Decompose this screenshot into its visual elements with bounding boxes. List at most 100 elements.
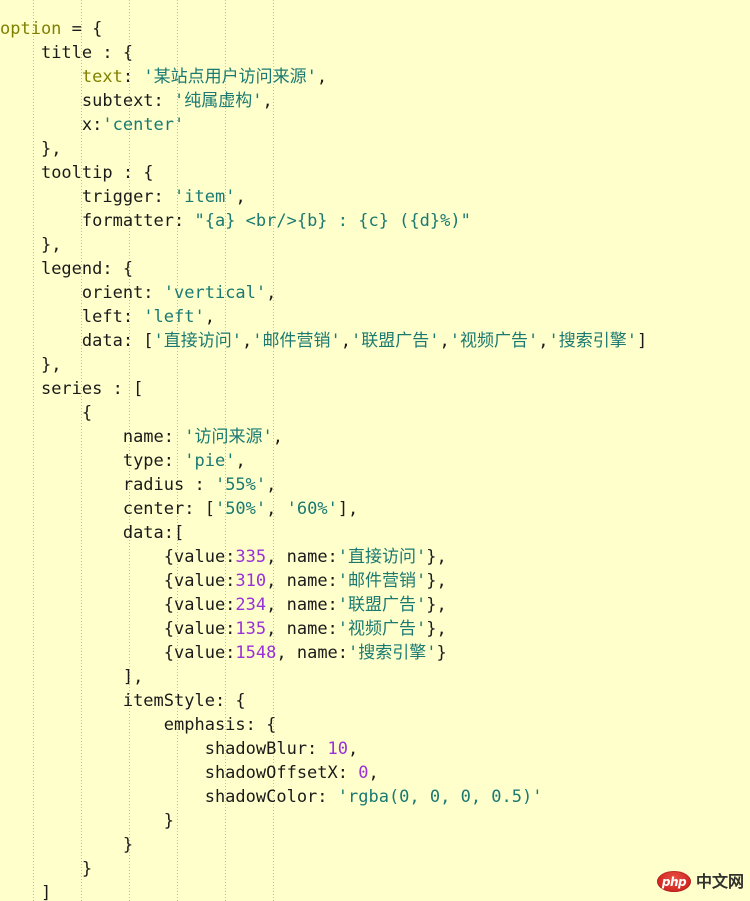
code-token-plain: , — [242, 331, 253, 351]
code-token-plain: {value: — [163, 619, 236, 639]
code-token-plain: , — [204, 307, 215, 327]
code-line[interactable]: x:'center' — [0, 113, 750, 137]
code-token-plain: data:[ — [122, 523, 185, 543]
code-line[interactable]: {value:234, name:'联盟广告'}, — [0, 593, 750, 617]
watermark-logo: php 中文网 — [656, 871, 744, 892]
code-line[interactable]: shadowBlur: 10, — [0, 737, 750, 761]
code-line[interactable]: itemStyle: { — [0, 689, 750, 713]
code-line[interactable]: orient: 'vertical', — [0, 281, 750, 305]
code-token-plain: shadowOffsetX: — [204, 763, 359, 783]
code-line[interactable]: {value:310, name:'邮件营销'}, — [0, 569, 750, 593]
code-token-plain: ], — [122, 667, 144, 687]
code-token-plain: , — [272, 427, 283, 447]
code-token-plain: , — [439, 331, 450, 351]
code-token-plain: formatter: — [81, 211, 195, 231]
code-token-plain: , — [340, 331, 352, 351]
code-token-plain: shadowBlur: — [204, 739, 328, 759]
code-line[interactable]: {value:335, name:'直接访问'}, — [0, 545, 750, 569]
code-token-str: '50%' — [214, 499, 267, 519]
code-line[interactable]: }, — [0, 233, 750, 257]
code-token-str: 'pie' — [184, 451, 236, 471]
code-line[interactable]: shadowOffsetX: 0, — [0, 761, 750, 785]
code-line[interactable]: { — [0, 401, 750, 425]
code-line[interactable]: }, — [0, 353, 750, 377]
code-line[interactable]: emphasis: { — [0, 713, 750, 737]
code-line[interactable]: {value:135, name:'视频广告'}, — [0, 617, 750, 641]
code-token-plain: , — [235, 187, 246, 207]
code-line[interactable]: name: '访问来源', — [0, 425, 750, 449]
code-viewer[interactable]: option = { title : { text: '某站点用户访问来源' , … — [0, 0, 750, 901]
code-token-plain: , — [368, 763, 379, 783]
code-line[interactable]: }, — [0, 137, 750, 161]
code-token-plain: type: — [122, 451, 185, 471]
code-line[interactable]: {value:1548, name:'搜索引擎'} — [0, 641, 750, 665]
code-line[interactable]: title : { — [0, 41, 750, 65]
code-token-plain: }, — [426, 571, 447, 591]
code-line[interactable]: data:[ — [0, 521, 750, 545]
code-line[interactable]: } — [0, 857, 750, 881]
code-token-str: 'rgba(0, 0, 0, 0.5)' — [337, 787, 543, 807]
code-token-str: 'left' — [143, 307, 205, 327]
code-line[interactable]: legend: { — [0, 257, 750, 281]
code-line[interactable]: text: '某站点用户访问来源', — [0, 65, 750, 89]
code-token-str: '60%' — [286, 499, 338, 519]
code-line[interactable]: trigger: 'item', — [0, 185, 750, 209]
code-line[interactable]: } — [0, 809, 750, 833]
code-token-plain: } — [436, 643, 447, 663]
code-line[interactable]: data: ['直接访问','邮件营销','联盟广告','视频广告','搜索引擎… — [0, 329, 750, 353]
code-line[interactable]: series : [ — [0, 377, 750, 401]
code-line[interactable]: formatter: "{a} <br/>{b} : {c} ({d}%)" — [0, 209, 750, 233]
code-token-plain: , — [266, 283, 277, 303]
code-token-plain: , — [235, 451, 246, 471]
code-token-plain: left: — [81, 307, 144, 327]
code-token-plain: = { — [61, 19, 103, 39]
code-token-str: '搜索引擎' — [548, 331, 637, 351]
code-token-plain: center: [ — [122, 499, 215, 519]
code-token-plain: ] — [636, 331, 648, 351]
code-line[interactable]: ], — [0, 665, 750, 689]
code-token-plain: tooltip : { — [40, 163, 154, 183]
code-line[interactable]: ] — [0, 881, 750, 901]
code-token-plain: } — [81, 859, 93, 879]
code-token-num: 335 — [235, 547, 267, 567]
code-token-plain: data: [ — [81, 331, 154, 351]
code-token-plain: , — [316, 67, 328, 87]
code-token-plain: , — [266, 499, 287, 519]
code-token-str: '55%' — [214, 475, 267, 495]
code-token-num: 135 — [235, 619, 267, 639]
code-line[interactable]: left: 'left', — [0, 305, 750, 329]
code-line[interactable]: type: 'pie', — [0, 449, 750, 473]
code-line[interactable]: tooltip : { — [0, 161, 750, 185]
code-token-plain: }, — [426, 619, 447, 639]
code-line[interactable]: center: ['50%', '60%'], — [0, 497, 750, 521]
code-line[interactable]: } — [0, 833, 750, 857]
code-token-plain: shadowColor: — [204, 787, 338, 807]
code-token-plain: { — [81, 403, 93, 423]
code-token-plain: , name: — [266, 547, 338, 567]
code-token-str: '某站点用户访问来源' — [143, 67, 317, 87]
code-line[interactable]: option = { — [0, 17, 750, 41]
code-block[interactable]: option = { title : { text: '某站点用户访问来源' , … — [0, 17, 750, 901]
code-line[interactable]: subtext: '纯属虚构', — [0, 89, 750, 113]
code-token-key: text — [81, 67, 123, 87]
code-token-str: '纯属虚构' — [174, 91, 263, 111]
code-line[interactable]: shadowColor: 'rgba(0, 0, 0, 0.5)' — [0, 785, 750, 809]
code-line[interactable]: radius : '55%', — [0, 473, 750, 497]
